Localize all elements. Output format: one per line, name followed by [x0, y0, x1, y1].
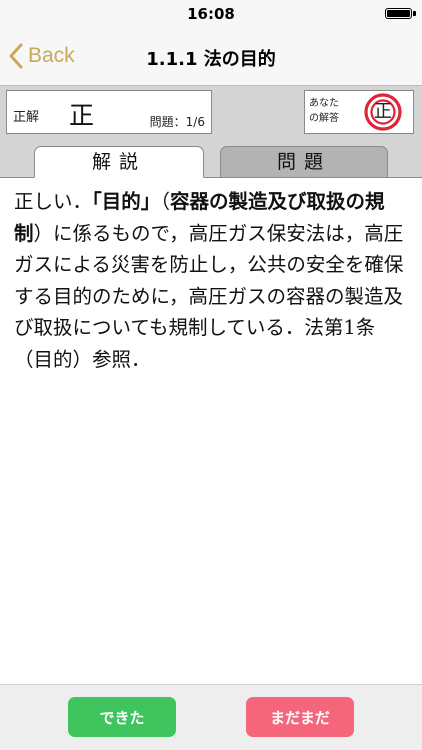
battery-tip [413, 11, 416, 16]
battery-icon [385, 8, 412, 19]
explanation-quote: 「目的」 [92, 190, 161, 213]
your-answer-box: あなた の解答 正 [304, 90, 414, 134]
question-counter: 問題：1/6 [149, 115, 205, 129]
status-bar: 16:08 [0, 0, 422, 28]
your-answer-value: 正 [374, 101, 392, 122]
explanation-part-2: （ [160, 190, 171, 213]
your-answer-label: あなた の解答 [309, 96, 361, 126]
not-yet-button[interactable]: まだまだ [246, 697, 354, 737]
navigation-bar: Back 1.1.1 法の目的 [0, 28, 422, 86]
your-answer-label-line1: あなた [309, 98, 339, 109]
page-title: 1.1.1 法の目的 [146, 49, 276, 70]
correct-answer-box: 正解 正 問題：1/6 [6, 90, 212, 134]
explanation-part-3: ）に係るもので，高圧ガス保安法は，高圧ガスによる災害を防止し，公共の安全を確保す… [14, 221, 404, 371]
explanation-part-1: 正しい． [14, 190, 93, 213]
info-strip: 正解 正 問題：1/6 あなた の解答 正 [0, 86, 422, 140]
bottom-toolbar: できた まだまだ [0, 684, 422, 750]
answer-seal-icon: 正 [364, 93, 402, 131]
correct-answer-label: 正解 [13, 110, 40, 125]
tab-question[interactable]: 問題 [220, 146, 388, 178]
done-button[interactable]: できた [68, 697, 176, 737]
explanation-text: 正しい．「目的」（容器の製造及び取扱の規制）に係るもので，高圧ガス保安法は，高圧… [14, 186, 410, 375]
tab-bar: 解説 問題 [0, 140, 422, 178]
your-answer-label-line2: の解答 [309, 113, 339, 124]
status-time: 16:08 [187, 5, 235, 23]
correct-answer-value: 正 [69, 101, 95, 130]
tab-explanation[interactable]: 解説 [34, 146, 204, 178]
